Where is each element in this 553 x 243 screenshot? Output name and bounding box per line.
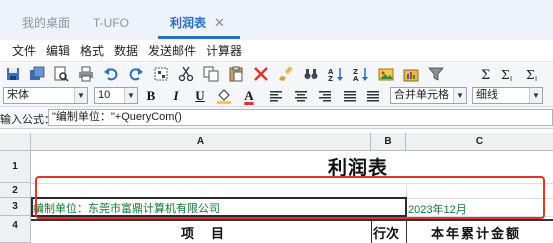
- spreadsheet[interactable]: A B C 1 2 3 4 利润表 编制单位：东莞市富鼎计算机有限公司 2023…: [0, 130, 553, 243]
- menu-bar: 文件 编辑 格式 数据 发送邮件 计算器: [0, 40, 553, 62]
- redo-icon[interactable]: [128, 66, 144, 82]
- svg-text:Σ: Σ: [481, 68, 490, 82]
- chevron-down-icon: ▼: [529, 88, 542, 103]
- formula-input[interactable]: "编制单位："+QueryCom(): [48, 109, 553, 126]
- tab-t-ufo[interactable]: T-UFO: [93, 14, 129, 32]
- delete-icon[interactable]: [253, 66, 269, 82]
- format-toolbar: 宋体 ▼ 10 ▼ B I U A 合并单元格 ▼ 细线 ▼: [0, 85, 553, 107]
- sum-row-icon[interactable]: ΣI: [500, 66, 516, 82]
- header-ytd-amount: 本年累计金额: [431, 227, 522, 242]
- paste-icon[interactable]: [228, 66, 244, 82]
- svg-text:Σ: Σ: [526, 68, 534, 82]
- svg-text:I: I: [510, 75, 512, 82]
- underline-button[interactable]: U: [192, 88, 208, 104]
- svg-text:Σ: Σ: [501, 68, 509, 82]
- active-tab-indicator: [158, 36, 240, 39]
- menu-file[interactable]: 文件: [12, 43, 36, 59]
- find-icon[interactable]: [303, 66, 319, 82]
- menu-calculator[interactable]: 计算器: [206, 43, 242, 59]
- formula-label: 输入公式：: [0, 114, 55, 126]
- column-header-a[interactable]: A: [31, 133, 371, 151]
- border-style-select[interactable]: 细线 ▼: [472, 87, 543, 104]
- bold-button[interactable]: B: [143, 88, 159, 104]
- text-direction-icon[interactable]: [365, 88, 381, 104]
- row-header-2[interactable]: 2: [0, 183, 31, 198]
- align-right-icon[interactable]: [317, 88, 333, 104]
- svg-text:Z: Z: [328, 75, 333, 82]
- formula-bar: 输入公式： "编制单位："+QueryCom(): [0, 107, 553, 129]
- table-header-rule: [31, 219, 553, 221]
- header-item: 项 目: [181, 227, 227, 242]
- cut-icon[interactable]: [178, 66, 194, 82]
- sort-desc-icon[interactable]: ZA: [353, 66, 369, 82]
- fill-color-icon[interactable]: [216, 88, 232, 104]
- copy-icon[interactable]: [203, 66, 219, 82]
- insert-image-icon[interactable]: [378, 66, 394, 82]
- header-line-no: 行次: [373, 227, 400, 242]
- italic-button[interactable]: I: [168, 88, 184, 104]
- select-icon[interactable]: [153, 66, 169, 82]
- merge-cells-select[interactable]: 合并单元格 ▼: [390, 87, 467, 104]
- insert-chart-icon[interactable]: [403, 66, 419, 82]
- save-icon[interactable]: [5, 66, 21, 82]
- print-icon[interactable]: [78, 66, 94, 82]
- row-header-3[interactable]: 3: [0, 198, 31, 216]
- select-all-corner[interactable]: [0, 133, 31, 151]
- highlight-box: [35, 176, 545, 219]
- sum-col-icon[interactable]: ΣI: [525, 66, 541, 82]
- preview-icon[interactable]: [53, 66, 69, 82]
- row-header-4[interactable]: 4: [0, 216, 31, 243]
- filter-icon[interactable]: [428, 66, 444, 82]
- align-justify-icon[interactable]: [342, 88, 358, 104]
- standard-toolbar: AZ ZA Σ ΣI ΣI: [0, 63, 553, 85]
- menu-edit[interactable]: 编辑: [46, 43, 70, 59]
- undo-icon[interactable]: [103, 66, 119, 82]
- chevron-down-icon: ▼: [124, 88, 137, 103]
- menu-data[interactable]: 数据: [114, 43, 138, 59]
- align-center-icon[interactable]: [293, 88, 309, 104]
- column-divider: [406, 220, 407, 243]
- sort-asc-icon[interactable]: AZ: [328, 66, 344, 82]
- svg-text:I: I: [535, 75, 537, 82]
- save-as-icon[interactable]: [29, 66, 45, 82]
- chevron-down-icon: ▼: [74, 88, 87, 103]
- font-color-button[interactable]: A: [241, 88, 257, 104]
- tab-bar: 我的桌面 T-UFO 利润表 ✕: [0, 0, 553, 40]
- column-divider: [371, 220, 372, 243]
- menu-send-mail[interactable]: 发送邮件: [148, 43, 196, 59]
- column-header-c[interactable]: C: [406, 133, 553, 151]
- menu-format[interactable]: 格式: [80, 43, 104, 59]
- tab-my-desktop[interactable]: 我的桌面: [22, 14, 70, 32]
- chevron-down-icon: ▼: [453, 88, 466, 103]
- column-header-b[interactable]: B: [371, 133, 406, 151]
- align-left-icon[interactable]: [268, 88, 284, 104]
- tab-income-statement[interactable]: 利润表 ✕: [170, 14, 225, 32]
- svg-text:A: A: [353, 75, 359, 82]
- close-icon[interactable]: ✕: [214, 15, 225, 30]
- font-size-select[interactable]: 10 ▼: [94, 87, 138, 104]
- font-name-select[interactable]: 宋体 ▼: [3, 87, 88, 104]
- row-header-1[interactable]: 1: [0, 151, 31, 183]
- brush-icon[interactable]: [278, 66, 294, 82]
- sum-icon[interactable]: Σ: [478, 66, 494, 82]
